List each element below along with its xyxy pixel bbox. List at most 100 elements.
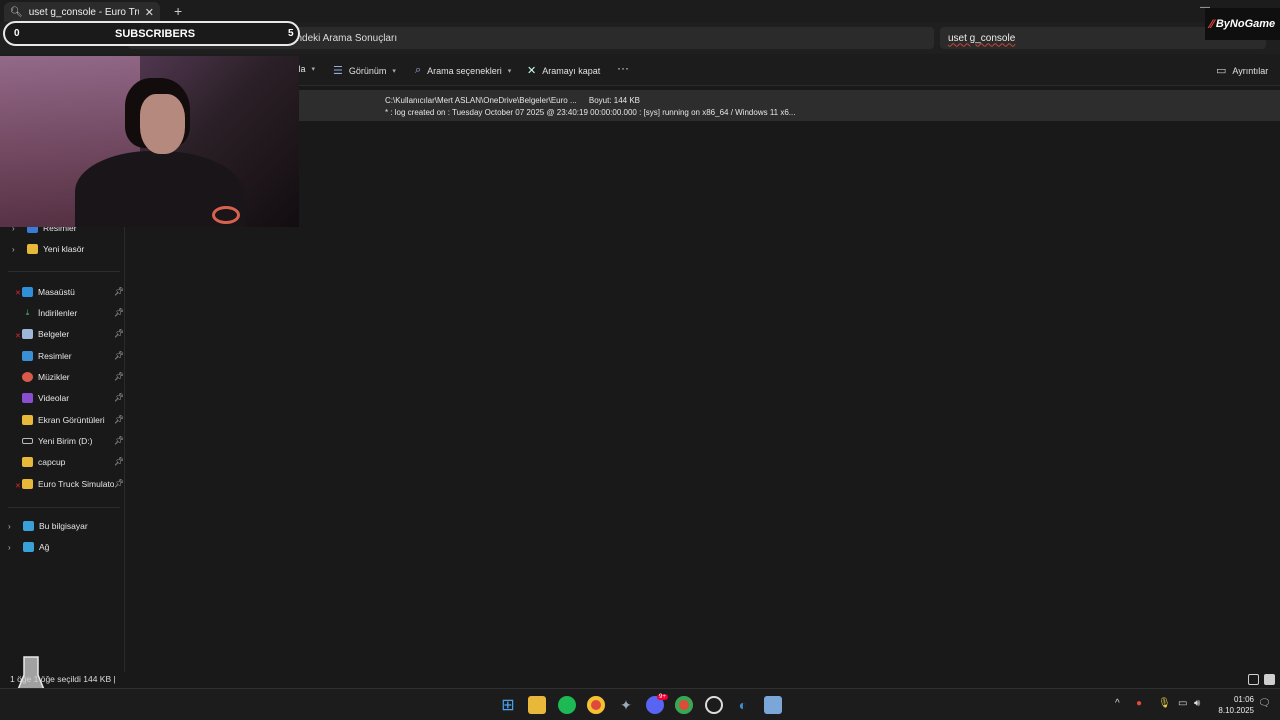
discord-badge: 9+ [657,694,668,700]
details-button[interactable]: ▭ Ayrıntılar [1216,64,1268,77]
tree-item-yeni-klasor[interactable]: › Yeni klasör [12,240,84,258]
sidebar-item-bu-bilgisayar[interactable]: › Bu bilgisayar [8,517,88,535]
divider [8,507,120,508]
pin-icon[interactable]: 📌︎ [114,436,124,445]
notification-icon[interactable]: 🗨︎ [1258,698,1271,709]
edge-icon[interactable]: ◐ [734,696,752,714]
search-result-row[interactable]: C:\Kullanıcılar\Mert ASLAN\OneDrive\Belg… [126,90,1280,121]
chrome-profile-icon[interactable] [675,696,693,714]
sidebar-item-ag[interactable]: › Ağ [8,538,49,556]
sidebar-item-euro-truck[interactable]: Euro Truck Simulator 2 [22,475,114,493]
view-label: Görünüm [348,65,387,76]
pin-icon[interactable]: 📌︎ [114,351,124,360]
clock[interactable]: 01:06 8.10.2025 [1214,694,1254,716]
pin-icon[interactable]: 📌︎ [114,329,124,338]
status-bar: 1 öğe 1 öğe seçildi 144 KB | [0,672,1280,688]
tiles-view-icon[interactable] [1264,674,1275,685]
more-icon: ··· [617,61,629,75]
search-icon: 🔍︎ [10,6,23,18]
sidebar-item-label: İndirilenler [38,308,78,318]
pin-icon[interactable]: 📌︎ [114,372,124,381]
new-tab-button[interactable]: + [174,3,182,19]
folder-icon [22,457,33,467]
close-search-label: Aramayı kapat [542,65,601,76]
search-options-label: Arama seçenekleri [427,65,502,76]
close-search-button[interactable]: ✕ Aramayı kapat [527,64,600,77]
sidebar-item-label: Bu bilgisayar [39,521,88,531]
subscriber-counter-overlay: 0 SUBSCRIBERS 5 [3,21,300,46]
chevron-down-icon: ▾ [507,67,512,75]
result-snippet: * : log created on : Tuesday October 07 … [385,108,796,117]
pin-icon[interactable]: 📌︎ [114,287,124,296]
pin-icon[interactable]: 📌︎ [114,457,124,466]
music-icon [22,372,33,382]
sidebar-item-muzikler[interactable]: Müzikler [22,368,70,386]
sidebar-item-masaustu[interactable]: Masaüstü [22,283,75,301]
subscriber-count-left: 0 [14,28,20,39]
sidebar-item-videolar[interactable]: Videolar [22,389,69,407]
webcam-overlay [0,56,299,227]
folder-icon [22,415,33,425]
sidebar-item-label: Resimler [38,351,72,361]
chevron-right-icon: › [12,244,15,254]
view-button[interactable]: ☰ Görünüm ▾ [333,64,396,77]
sidebar-item-label: Ekran Görüntüleri [38,415,105,425]
tab-title: uset g_console - Euro Truck Si [28,6,139,18]
sidebar-item-ekran-goruntuleri[interactable]: Ekran Görüntüleri [22,411,105,429]
search-options-icon: ⌕ [415,64,422,76]
sidebar-item-indirilenler[interactable]: ⤓ İndirilenler [22,304,78,322]
settings-app-icon[interactable]: ✦ [617,696,635,714]
chevron-right-icon: › [8,521,11,531]
sidebar-item-yeni-birim[interactable]: Yeni Birim (D:) [22,432,92,450]
download-icon: ⤓ [25,308,30,317]
clock-time: 01:06 [1233,695,1254,704]
sidebar-item-label: Belgeler [38,329,70,339]
more-options-button[interactable]: ··· [617,61,629,75]
brand-name: ByNoGame [1215,18,1276,30]
pin-icon[interactable]: 📌︎ [114,308,124,317]
videos-icon [22,393,33,403]
chevron-down-icon: ▾ [392,67,396,75]
drive-icon [22,438,33,444]
network-status-icon[interactable]: ▭ [1178,698,1187,709]
microphone-icon[interactable]: 🎙︎ [1158,698,1171,709]
pin-icon[interactable]: 📌︎ [114,479,124,488]
folder-icon [27,244,38,254]
desktop-icon [22,287,33,297]
sidebar-item-label: Euro Truck Simulator 2 [38,479,114,489]
pin-icon[interactable]: 📌︎ [114,415,124,424]
file-explorer-icon[interactable] [528,696,546,714]
sidebar-item-label: capcup [38,457,66,467]
tab-active[interactable]: 🔍︎ uset g_console - Euro Truck Si ✕ [4,2,160,22]
documents-icon [22,329,33,339]
chevron-up-icon[interactable]: ^ [1115,698,1120,709]
sidebar-item-belgeler[interactable]: Belgeler [22,325,69,343]
spotify-icon[interactable] [558,696,576,714]
details-view-icon[interactable] [1248,674,1259,685]
pin-icon[interactable]: 📌︎ [114,393,124,402]
chevron-right-icon: › [8,542,11,552]
start-icon[interactable]: ⊞ [499,696,517,714]
result-path: C:\Kullanıcılar\Mert ASLAN\OneDrive\Belg… [385,96,577,105]
sync-error-icon: ✕ [15,483,21,490]
tree-item-label: Yeni klasör [43,244,85,254]
sidebar-item-label: Masaüstü [38,287,75,297]
sync-error-icon: ✕ [15,290,21,297]
sidebar-item-resimler[interactable]: Resimler [22,347,72,365]
app-tray-icon[interactable]: ● [1136,698,1142,709]
folder-icon [22,479,33,489]
sidebar-item-capcup[interactable]: capcup [22,453,65,471]
search-options-button[interactable]: ⌕ Arama seçenekleri ▾ [415,64,511,77]
steam-icon[interactable] [705,696,723,714]
chrome-icon[interactable] [587,696,605,714]
subscriber-count-right: 5 [288,28,294,39]
sidebar-item-label: Videolar [38,393,70,403]
notepad-icon[interactable] [764,696,782,714]
search-value: uset g_console [948,32,1016,44]
close-tab-icon[interactable]: ✕ [145,6,154,19]
details-pane-icon: ▭ [1216,65,1227,77]
details-label: Ayrıntılar [1232,65,1269,76]
webcam-mug [212,206,240,224]
view-icon: ☰ [333,65,343,77]
volume-icon[interactable]: 🔊︎ [1194,698,1200,709]
